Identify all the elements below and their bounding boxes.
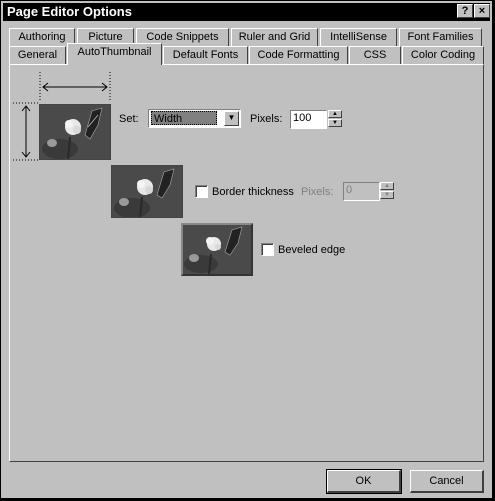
border-pixels-input[interactable]: 0 xyxy=(343,182,380,201)
page-editor-options-dialog: Page Editor Options ? × Authoring Pictur… xyxy=(0,0,493,499)
tab-default-fonts[interactable]: Default Fonts xyxy=(163,46,248,65)
set-dropdown-value: Width xyxy=(151,111,217,125)
thumbnail-preview-size xyxy=(39,104,111,160)
pixels-label: Pixels: xyxy=(250,113,283,125)
butterfly-flower-image xyxy=(183,225,251,274)
beveled-edge-label: Beveled edge xyxy=(278,244,346,256)
cancel-button[interactable]: Cancel xyxy=(410,470,484,493)
tab-authoring[interactable]: Authoring xyxy=(9,28,75,47)
tab-color-coding[interactable]: Color Coding xyxy=(402,46,484,65)
tab-intellisense[interactable]: IntelliSense xyxy=(320,28,397,47)
help-button[interactable]: ? xyxy=(457,4,473,18)
title-bar: Page Editor Options ? × xyxy=(3,3,490,21)
thumbnail-preview-border xyxy=(111,165,183,218)
tab-ruler-and-grid[interactable]: Ruler and Grid xyxy=(231,28,318,47)
set-dropdown[interactable]: Width ▼ xyxy=(148,109,241,128)
autothumbnail-panel: Set: Width ▼ Pixels: 100 ▲ ▼ Border thic… xyxy=(9,64,484,462)
beveled-edge-checkbox[interactable] xyxy=(261,243,274,256)
border-pixels-label: Pixels: xyxy=(301,186,334,198)
border-thickness-checkbox[interactable] xyxy=(195,185,208,198)
pixels-input[interactable]: 100 xyxy=(290,110,327,129)
pixels-down-icon[interactable]: ▼ xyxy=(328,119,342,127)
butterfly-flower-image xyxy=(40,105,110,159)
border-thickness-label: Border thickness xyxy=(212,186,294,198)
pixels-up-icon[interactable]: ▲ xyxy=(328,110,342,118)
tab-general[interactable]: General xyxy=(9,46,66,65)
chevron-down-icon[interactable]: ▼ xyxy=(224,111,239,126)
ok-button[interactable]: OK xyxy=(326,469,402,494)
thumbnail-preview-beveled xyxy=(181,223,253,276)
tab-css[interactable]: CSS xyxy=(349,46,401,65)
butterfly-flower-image xyxy=(112,166,182,217)
set-label: Set: xyxy=(119,113,139,125)
tab-code-formatting[interactable]: Code Formatting xyxy=(249,46,348,65)
tab-autothumbnail[interactable]: AutoThumbnail xyxy=(67,43,162,65)
window-title: Page Editor Options xyxy=(7,4,132,19)
border-pixels-down-icon[interactable]: ▼ xyxy=(380,191,394,199)
close-button[interactable]: × xyxy=(474,4,490,18)
tab-font-families[interactable]: Font Families xyxy=(399,28,482,47)
border-pixels-up-icon[interactable]: ▲ xyxy=(380,182,394,190)
